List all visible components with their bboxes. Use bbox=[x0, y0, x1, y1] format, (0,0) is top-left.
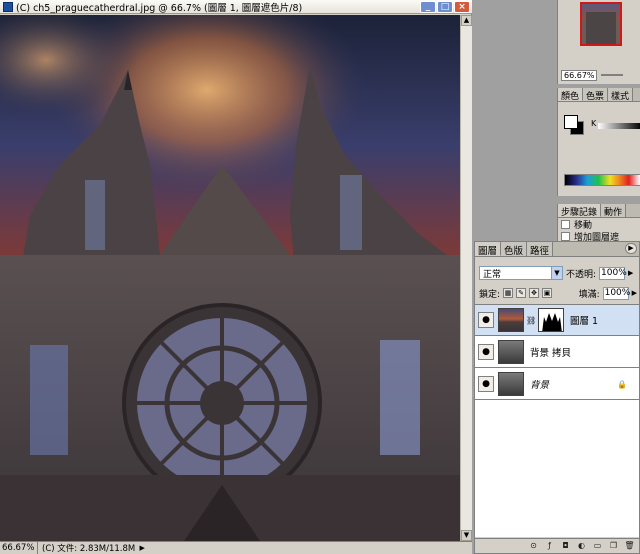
chain-link-icon[interactable]: ⛓ bbox=[526, 316, 536, 325]
layer-thumbnail bbox=[498, 340, 524, 364]
link-layers-icon[interactable]: ⊙ bbox=[528, 541, 539, 552]
new-layer-icon[interactable]: ❐ bbox=[608, 541, 619, 552]
fill-arrow-icon[interactable]: ▶ bbox=[632, 289, 637, 297]
lock-label: 鎖定: bbox=[479, 289, 501, 300]
navigator-zoom-slider[interactable] bbox=[601, 74, 623, 76]
opacity-field[interactable]: 100% bbox=[599, 266, 627, 280]
photoshop-workspace: (C) ch5_praguecatherdral.jpg @ 66.7% (圖層… bbox=[0, 0, 640, 554]
status-menu-arrow-icon[interactable]: ▶ bbox=[135, 544, 149, 552]
lock-all-icon[interactable]: ▣ bbox=[542, 288, 553, 298]
layer-thumbnail bbox=[498, 308, 524, 332]
opacity-arrow-icon[interactable]: ▶ bbox=[628, 269, 633, 277]
color-spectrum-bar[interactable] bbox=[564, 174, 640, 186]
photoshop-doc-icon bbox=[3, 1, 13, 12]
document-title: (C) ch5_praguecatherdral.jpg @ 66.7% (圖層… bbox=[16, 2, 303, 14]
layer-row-background[interactable]: ● 背景 🔒 bbox=[475, 369, 639, 400]
new-group-icon[interactable]: ▭ bbox=[592, 541, 603, 552]
blend-mode-select[interactable]: 正常 ▼ bbox=[479, 266, 563, 280]
scroll-up-arrow-icon[interactable]: ▲ bbox=[461, 15, 472, 26]
tab-actions[interactable]: 動作 bbox=[601, 204, 627, 218]
fill-field[interactable]: 100% bbox=[602, 286, 630, 300]
eye-icon[interactable]: ● bbox=[478, 376, 494, 392]
lock-position-icon[interactable]: ✥ bbox=[529, 288, 540, 298]
history-item[interactable]: 移動 bbox=[558, 218, 640, 231]
layer-name: 圖層 1 bbox=[570, 316, 599, 327]
vertical-scrollbar[interactable]: ▲ ▼ bbox=[460, 15, 472, 541]
thumb-building bbox=[586, 12, 616, 44]
blend-row: 正常 ▼ 不透明: 100% ▶ bbox=[479, 266, 637, 280]
layers-panel: 圖層 色版 路徑 ▶ 正常 ▼ 不透明: 100% ▶ 鎖定: ▦ ✎ ✥ ▣ … bbox=[474, 241, 640, 554]
trash-icon[interactable]: 🗑 bbox=[624, 541, 635, 552]
cathedral-photo bbox=[0, 15, 460, 541]
eye-icon[interactable]: ● bbox=[478, 312, 494, 328]
mask-shape bbox=[542, 313, 562, 331]
zoom-level-field[interactable]: 66.67% bbox=[0, 542, 38, 554]
layer-row-layer1[interactable]: ● ⛓ 圖層 1 bbox=[475, 305, 639, 336]
tab-styles[interactable]: 樣式 bbox=[608, 88, 634, 102]
panel-menu-arrow-icon[interactable]: ▶ bbox=[625, 243, 637, 254]
navigator-zoom-field[interactable]: 66.67% bbox=[561, 69, 597, 81]
blend-mode-value: 正常 bbox=[483, 269, 502, 280]
scroll-down-arrow-icon[interactable]: ▼ bbox=[461, 530, 472, 541]
history-state-icon bbox=[561, 219, 570, 229]
eye-icon[interactable]: ● bbox=[478, 344, 494, 360]
k-channel-label: K bbox=[591, 119, 597, 128]
minimize-button[interactable]: _ bbox=[420, 1, 436, 13]
color-panel-tabs: 顏色 色票 樣式 bbox=[558, 88, 640, 102]
color-swatches bbox=[564, 115, 584, 135]
navigator-panel: 66.67% bbox=[557, 0, 640, 84]
tab-swatches[interactable]: 色票 bbox=[583, 88, 609, 102]
history-panel-tabs: 步驟記錄 動作 bbox=[558, 204, 640, 218]
layer-thumbnail bbox=[498, 372, 524, 396]
layer-row-background-copy[interactable]: ● 背景 拷貝 bbox=[475, 337, 639, 368]
navigator-thumbnail[interactable] bbox=[580, 2, 622, 46]
layers-panel-tabs: 圖層 色版 路徑 ▶ bbox=[475, 242, 639, 257]
maximize-button[interactable]: □ bbox=[437, 1, 453, 13]
fill-label: 填滿: bbox=[578, 289, 600, 300]
lock-transparent-pixels-icon[interactable]: ▦ bbox=[503, 288, 514, 298]
color-panel: 顏色 色票 樣式 K bbox=[557, 88, 640, 196]
document-titlebar[interactable]: (C) ch5_praguecatherdral.jpg @ 66.7% (圖層… bbox=[0, 0, 472, 14]
close-button[interactable]: × bbox=[454, 1, 470, 13]
foreground-color-swatch[interactable] bbox=[564, 115, 578, 129]
document-window: (C) ch5_praguecatherdral.jpg @ 66.7% (圖層… bbox=[0, 0, 472, 554]
history-state-icon bbox=[561, 231, 570, 241]
window-controls: _ □ × bbox=[420, 1, 470, 13]
lock-row: 鎖定: ▦ ✎ ✥ ▣ 填滿: 100% ▶ bbox=[479, 286, 637, 300]
history-panel: 步驟記錄 動作 移動 增加圖層遮 bbox=[557, 204, 640, 242]
navigator-zoom-row: 66.67% bbox=[558, 68, 640, 82]
lock-icon: 🔒 bbox=[617, 379, 627, 389]
layer-name: 背景 拷貝 bbox=[530, 348, 572, 359]
file-size-info: (C) 文件: 2.83M/11.8M bbox=[42, 544, 136, 554]
opacity-label: 不透明: bbox=[566, 269, 597, 280]
chevron-down-icon: ▼ bbox=[551, 267, 562, 279]
tab-color[interactable]: 顏色 bbox=[558, 88, 584, 102]
layer-style-icon[interactable]: ƒ bbox=[544, 541, 555, 552]
tab-paths[interactable]: 路徑 bbox=[527, 242, 554, 257]
document-statusbar: 66.67% (C) 文件: 2.83M/11.8M ▶ bbox=[0, 541, 472, 554]
tab-layers[interactable]: 圖層 bbox=[475, 242, 502, 257]
add-mask-icon[interactable]: ◘ bbox=[560, 541, 571, 552]
tab-channels[interactable]: 色版 bbox=[501, 242, 528, 257]
lock-image-pixels-icon[interactable]: ✎ bbox=[516, 288, 527, 298]
image-canvas[interactable] bbox=[0, 15, 460, 541]
k-channel-slider[interactable] bbox=[598, 123, 640, 129]
layer-mask-thumbnail[interactable] bbox=[538, 308, 564, 332]
layers-footer: ⊙ ƒ ◘ ◐ ▭ ❐ 🗑 bbox=[475, 538, 639, 553]
tab-history[interactable]: 步驟記錄 bbox=[558, 204, 602, 218]
layer-name: 背景 bbox=[530, 380, 550, 391]
adjustment-layer-icon[interactable]: ◐ bbox=[576, 541, 587, 552]
layer-list: ● ⛓ 圖層 1 ● 背景 拷貝 ● 背景 🔒 bbox=[475, 304, 639, 537]
